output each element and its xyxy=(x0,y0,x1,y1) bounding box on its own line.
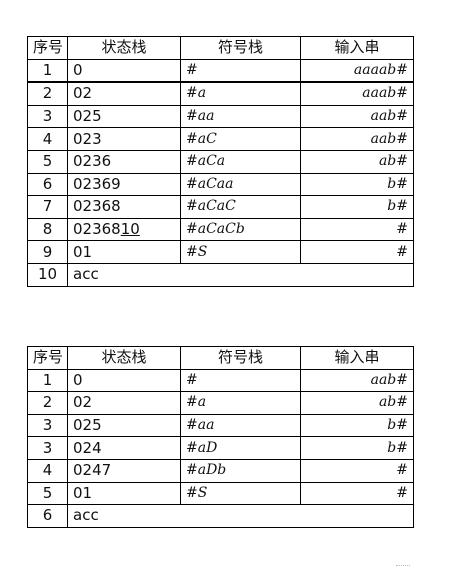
row-index: 3 xyxy=(27,413,68,438)
table-row: 1 0 # aab# xyxy=(27,368,414,393)
input-string-cell: ab# xyxy=(300,149,414,174)
symbol-stack-cell: #S xyxy=(180,240,301,264)
row-index: 1 xyxy=(27,368,68,393)
symbol-stack-cell: #aDb xyxy=(180,458,301,483)
symbol-stack-cell: #aCaCb xyxy=(180,217,301,242)
row-index: 2 xyxy=(27,391,68,415)
row-index: 1 xyxy=(27,58,68,84)
symbol-stack-cell: #S xyxy=(180,481,301,506)
table-row: 7 02368 #aCaC b# xyxy=(27,195,414,219)
table-row: 5 0236 #aCa ab# xyxy=(27,149,414,174)
header-symbol-stack: 符号栈 xyxy=(180,346,301,370)
table-row: 6 acc xyxy=(27,504,414,528)
symbol-stack-cell: #aa xyxy=(180,104,301,129)
header-symbol-stack: 符号栈 xyxy=(180,36,301,60)
state-stack-cell: 01 xyxy=(67,240,181,264)
table-row: 3 025 #aa b# xyxy=(27,413,414,438)
state-stack-cell: 02368 xyxy=(67,195,181,219)
input-string-cell: b# xyxy=(300,195,414,219)
state-stack-cell: 0236 xyxy=(67,149,181,174)
header-state-stack: 状态栈 xyxy=(67,346,181,370)
state-stack-cell: 0 xyxy=(67,368,181,393)
accept-cell: acc xyxy=(67,262,414,287)
row-index: 9 xyxy=(27,240,68,264)
row-index: 10 xyxy=(27,262,68,287)
table-row: 2 02 #a ab# xyxy=(27,391,414,415)
symbol-stack-cell: #aa xyxy=(180,413,301,438)
input-string-cell: b# xyxy=(300,172,414,197)
table-header-row: 序号 状态栈 符号栈 输入串 xyxy=(27,346,414,370)
state-stack-cell: 025 xyxy=(67,413,181,438)
symbol-stack-cell: #aCa xyxy=(180,149,301,174)
symbol-stack-cell: #aC xyxy=(180,127,301,151)
input-string-cell: ab# xyxy=(300,391,414,415)
symbol-stack-cell: #aD xyxy=(180,436,301,460)
state-stack-cell: 02 xyxy=(67,391,181,415)
table-row: 6 02369 #aCaa b# xyxy=(27,172,414,197)
row-index: 6 xyxy=(27,172,68,197)
input-string-cell: aaab# xyxy=(300,81,414,106)
state-stack-underlined: 10 xyxy=(120,220,140,239)
state-stack-cell: 01 xyxy=(67,481,181,506)
row-index: 8 xyxy=(27,217,68,242)
symbol-stack-cell: #a xyxy=(180,81,301,106)
accept-cell: acc xyxy=(67,504,414,528)
symbol-stack-cell: #aCaa xyxy=(180,172,301,197)
input-string-cell: # xyxy=(300,481,414,506)
state-stack-cell: 02 xyxy=(67,81,181,106)
header-index: 序号 xyxy=(27,36,68,60)
row-index: 7 xyxy=(27,195,68,219)
input-string-cell: # xyxy=(300,458,414,483)
input-string-cell: # xyxy=(300,217,414,242)
symbol-stack-cell: #a xyxy=(180,391,301,415)
input-string-cell: b# xyxy=(300,413,414,438)
state-stack-cell: 0236810 xyxy=(67,217,181,242)
table-header-row: 序号 状态栈 符号栈 输入串 xyxy=(27,36,414,60)
table-row: 1 0 # aaaab# xyxy=(27,58,414,84)
input-string-cell: b# xyxy=(300,436,414,460)
header-input-string: 输入串 xyxy=(300,346,414,370)
input-string-cell: aab# xyxy=(300,127,414,151)
decorative-mark xyxy=(396,565,410,569)
state-stack-cell: 02369 xyxy=(67,172,181,197)
state-stack-cell: 0 xyxy=(67,58,181,84)
input-string-cell: aab# xyxy=(300,104,414,129)
header-index: 序号 xyxy=(27,346,68,370)
input-string-cell: aaaab# xyxy=(300,58,414,84)
input-string-cell: # xyxy=(300,240,414,264)
row-index: 3 xyxy=(27,436,68,460)
symbol-stack-cell: # xyxy=(180,368,301,393)
lr-parse-table-1: 序号 状态栈 符号栈 输入串 1 0 # aaaab# 2 02 #a aaab… xyxy=(27,36,414,287)
table-row: 5 01 #S # xyxy=(27,481,414,506)
lr-parse-table-2: 序号 状态栈 符号栈 输入串 1 0 # aab# 2 02 #a ab# 3 … xyxy=(27,346,414,528)
state-stack-prefix: 02368 xyxy=(73,220,121,239)
state-stack-cell: 025 xyxy=(67,104,181,129)
input-string-cell: aab# xyxy=(300,368,414,393)
table-row: 4 023 #aC aab# xyxy=(27,127,414,151)
header-input-string: 输入串 xyxy=(300,36,414,60)
row-index: 5 xyxy=(27,481,68,506)
table-row: 4 0247 #aDb # xyxy=(27,458,414,483)
table-row: 8 0236810 #aCaCb # xyxy=(27,217,414,242)
table-row: 9 01 #S # xyxy=(27,240,414,264)
row-index: 4 xyxy=(27,458,68,483)
row-index: 3 xyxy=(27,104,68,129)
table-row: 10 acc xyxy=(27,262,414,287)
row-index: 5 xyxy=(27,149,68,174)
row-index: 6 xyxy=(27,504,68,528)
header-state-stack: 状态栈 xyxy=(67,36,181,60)
row-index: 2 xyxy=(27,81,68,106)
state-stack-cell: 023 xyxy=(67,127,181,151)
table-row: 2 02 #a aaab# xyxy=(27,81,414,106)
row-index: 4 xyxy=(27,127,68,151)
symbol-stack-cell: #aCaC xyxy=(180,195,301,219)
state-stack-cell: 024 xyxy=(67,436,181,460)
state-stack-cell: 0247 xyxy=(67,458,181,483)
table-row: 3 024 #aD b# xyxy=(27,436,414,460)
table-row: 3 025 #aa aab# xyxy=(27,104,414,129)
symbol-stack-cell: # xyxy=(180,58,301,84)
